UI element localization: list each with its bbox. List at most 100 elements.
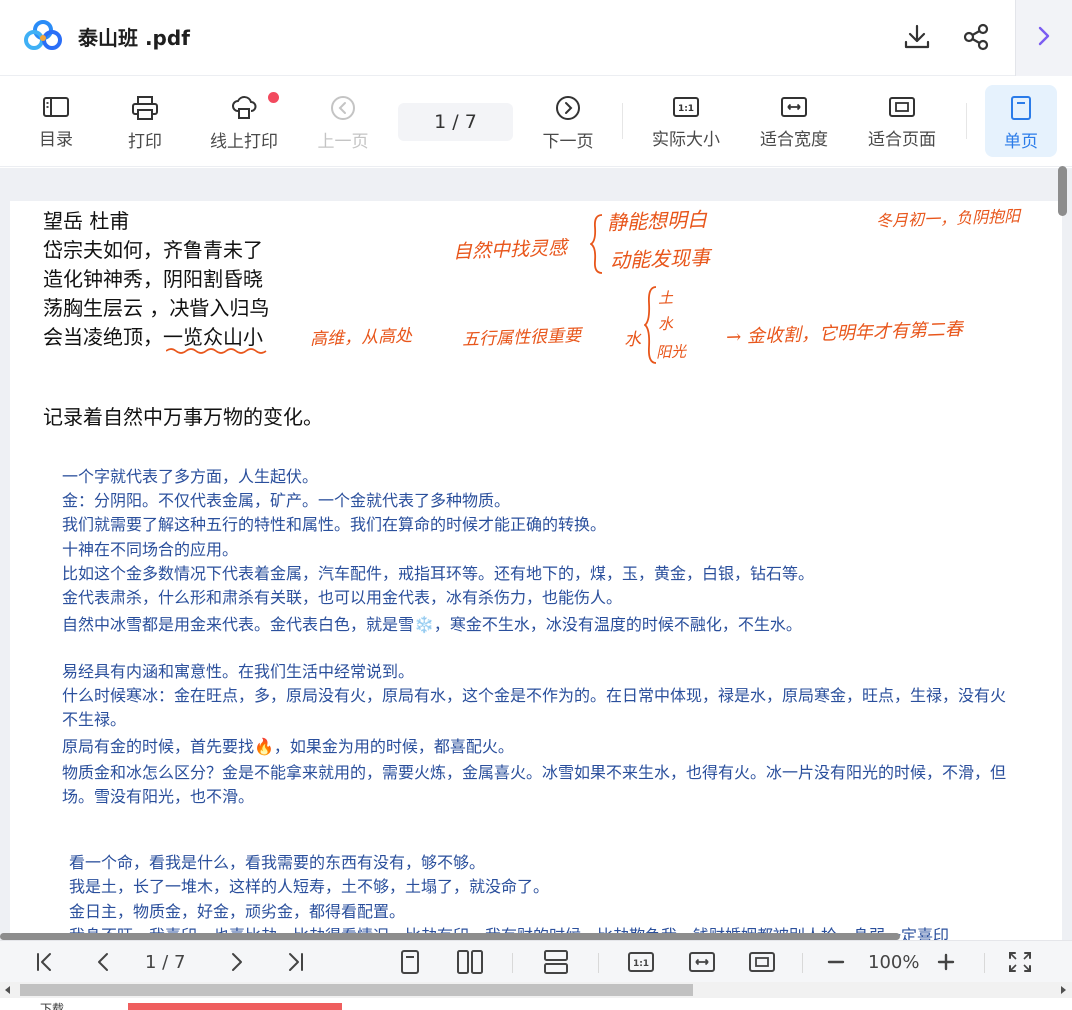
fit-page-icon[interactable] — [748, 949, 776, 975]
single-page-button[interactable]: 单页 — [985, 85, 1057, 157]
cloud-print-icon — [232, 96, 257, 119]
body-text-line: 什么时候寒冰：金在旺点，多，原局没有火，原局有水，这个金是不作为的。在日常中体现… — [62, 686, 1007, 705]
body-text-line: 金：分阴阳。不仅代表金属，矿产。一个金就代表了多种物质。 — [62, 491, 511, 510]
toolbar-divider — [966, 103, 967, 139]
body-text-line: 不生禄。 — [62, 710, 127, 729]
body-text-line: 物质金和冰怎么区分？金是不能拿来就用的，需要火炼，金属喜火。冰雪如果不来生水，也… — [62, 763, 1007, 782]
poem-line: 岱宗夫如何，齐鲁青未了 — [43, 238, 263, 262]
print-label: 打印 — [128, 132, 162, 152]
handwritten-note: 水 — [623, 329, 642, 351]
toc-button[interactable]: 目录 — [20, 85, 92, 157]
fullscreen-icon[interactable] — [1006, 949, 1034, 975]
handwritten-note: 静能想明白 — [606, 207, 708, 235]
handwritten-note: 阳光 — [655, 342, 687, 362]
single-page-icon — [1011, 96, 1031, 120]
actual-size-icon[interactable]: 1:1 — [627, 949, 655, 975]
pdf-page: 望岳 杜甫 岱宗夫如何，齐鲁青未了 造化钟神秀，阴阳割昏晓 荡胸生层云 ，决眥入… — [10, 201, 1062, 943]
scroll-right-arrow-icon[interactable] — [1058, 985, 1068, 995]
fit-page-icon — [889, 97, 915, 117]
toc-label: 目录 — [39, 130, 73, 150]
single-page-view-icon[interactable] — [396, 949, 424, 975]
prev-page-button[interactable]: 上一页 — [307, 85, 379, 157]
handwritten-note: 土 — [657, 288, 674, 308]
handwritten-note: 水 — [657, 314, 674, 334]
actual-size-icon: 1:1 — [673, 97, 699, 117]
chevron-right-icon — [1038, 26, 1050, 46]
handwritten-note: 自然中找灵感 — [452, 237, 568, 263]
sidebar-toggle-button[interactable] — [1015, 0, 1072, 76]
actual-size-button[interactable]: 1:1 实际大小 — [650, 85, 722, 157]
single-page-label: 单页 — [1004, 132, 1038, 152]
online-print-label: 线上打印 — [210, 132, 278, 152]
zoom-in-icon[interactable] — [932, 949, 960, 975]
scroll-left-arrow-icon[interactable] — [3, 985, 13, 995]
body-text-line: 金代表肃杀，什么形和肃杀有关联，也可以用金代表，冰有杀伤力，也能伤人。 — [62, 588, 623, 607]
fit-width-button[interactable]: 适合宽度 — [758, 85, 830, 157]
bottom-navigation-bar: 1 / 7 1:1 100% — [0, 940, 1072, 982]
vertical-scrollbar-thumb[interactable] — [1058, 166, 1067, 216]
poem-title: 望岳 杜甫 — [43, 209, 130, 233]
handwritten-note: → 金收割，它明年才有第二春 — [725, 318, 964, 349]
body-text-line: 原局有金的时候，首先要找🔥，如果金为用的时候，都喜配火。 — [62, 737, 514, 756]
window-scrollbar-thumb[interactable] — [20, 984, 693, 996]
handwritten-underline — [166, 348, 267, 354]
handwritten-brace — [590, 214, 603, 274]
notification-dot — [268, 92, 279, 103]
next-page-button[interactable]: 下一页 — [532, 85, 604, 157]
circle-chevron-right-icon — [556, 96, 580, 120]
poem-line: 荡胸生层云 ，决眥入归鸟 — [43, 296, 270, 320]
zoom-level[interactable]: 100% — [868, 952, 919, 973]
horizontal-scrollbar-thumb[interactable] — [0, 933, 900, 940]
body-text-line: 易经具有内涵和寓意性。在我们生活中经常说到。 — [62, 662, 415, 681]
document-title: 泰山班 .pdf — [78, 26, 190, 50]
body-text-line: 我是土，长了一堆木，这样的人短寿，土不够，土塌了，就没命了。 — [69, 877, 550, 896]
app-logo-icon — [24, 20, 62, 50]
circle-chevron-left-icon — [331, 96, 355, 120]
printer-icon — [132, 96, 158, 120]
first-page-icon[interactable] — [30, 949, 58, 975]
bottom-divider — [984, 953, 985, 973]
poem-line: 造化钟神秀，阴阳割昏晓 — [43, 267, 263, 291]
print-button[interactable]: 打印 — [109, 85, 181, 157]
last-page-icon[interactable] — [282, 949, 310, 975]
prev-page-label: 上一页 — [317, 132, 369, 152]
svg-text:1:1: 1:1 — [678, 104, 694, 114]
handwritten-note: 动能发现事 — [609, 245, 711, 273]
continuous-scroll-icon[interactable] — [542, 949, 570, 975]
next-page-label: 下一页 — [542, 132, 594, 152]
bottom-strip-label: 下载 — [40, 1002, 65, 1010]
fit-width-icon — [781, 97, 807, 117]
body-text-line: 十神在不同场合的应用。 — [62, 540, 239, 559]
body-text-line: 我们就需要了解这种五行的特性和属性。我们在算命的时候才能正确的转换。 — [62, 515, 607, 534]
zoom-out-icon[interactable] — [822, 949, 850, 975]
download-icon[interactable] — [902, 22, 932, 52]
handwritten-note: 五行属性很重要 — [461, 325, 582, 351]
share-icon[interactable] — [961, 22, 991, 52]
page-number-input[interactable]: 1 / 7 — [398, 103, 513, 141]
body-text-line: 看一个命，看我是什么，看我需要的东西有没有，够不够。 — [69, 853, 486, 872]
body-text-line: 一个字就代表了多方面，人生起伏。 — [62, 467, 319, 486]
title-bar: 泰山班 .pdf — [0, 0, 1072, 76]
fit-page-label: 适合页面 — [868, 130, 936, 150]
bottom-divider — [598, 953, 599, 973]
poem-line: 会当凌绝顶，一览众山小 — [43, 325, 263, 349]
document-viewer[interactable]: 望岳 杜甫 岱宗夫如何，齐鲁青未了 造化钟神秀，阴阳割昏晓 荡胸生层云 ，决眥入… — [0, 168, 1072, 943]
lead-paragraph: 记录着自然中万事万物的变化。 — [43, 405, 323, 429]
toc-icon — [43, 97, 69, 117]
body-text-line: 比如这个金多数情况下代表着金属，汽车配件，戒指耳环等。还有地下的，煤，玉，黄金，… — [62, 564, 815, 583]
double-page-view-icon[interactable] — [456, 949, 484, 975]
body-text-line: 场。雪没有阳光，也不滑。 — [62, 787, 255, 806]
body-text-line: 自然中冰雪都是用金来代表。金代表白色，就是雪❄️，寒金不生水，冰没有温度的时候不… — [62, 615, 802, 634]
fit-width-icon[interactable] — [688, 949, 716, 975]
svg-text:1:1: 1:1 — [633, 959, 649, 969]
actual-size-label: 实际大小 — [652, 130, 720, 150]
body-text-line: 金日主，物质金，好金，顽劣金，都得看配置。 — [69, 902, 406, 921]
handwritten-note: 高维，从高处 — [309, 326, 413, 350]
fit-page-button[interactable]: 适合页面 — [866, 85, 938, 157]
prev-page-icon[interactable] — [90, 949, 118, 975]
next-page-icon[interactable] — [222, 949, 250, 975]
bottom-divider — [802, 953, 803, 973]
toolbar: 目录 打印 线上打印 上一页 1 / 7 下一页 1:1 实际大小 适合宽度 适… — [0, 77, 1072, 167]
bottom-page-indicator[interactable]: 1 / 7 — [145, 952, 185, 973]
bottom-divider — [512, 953, 513, 973]
